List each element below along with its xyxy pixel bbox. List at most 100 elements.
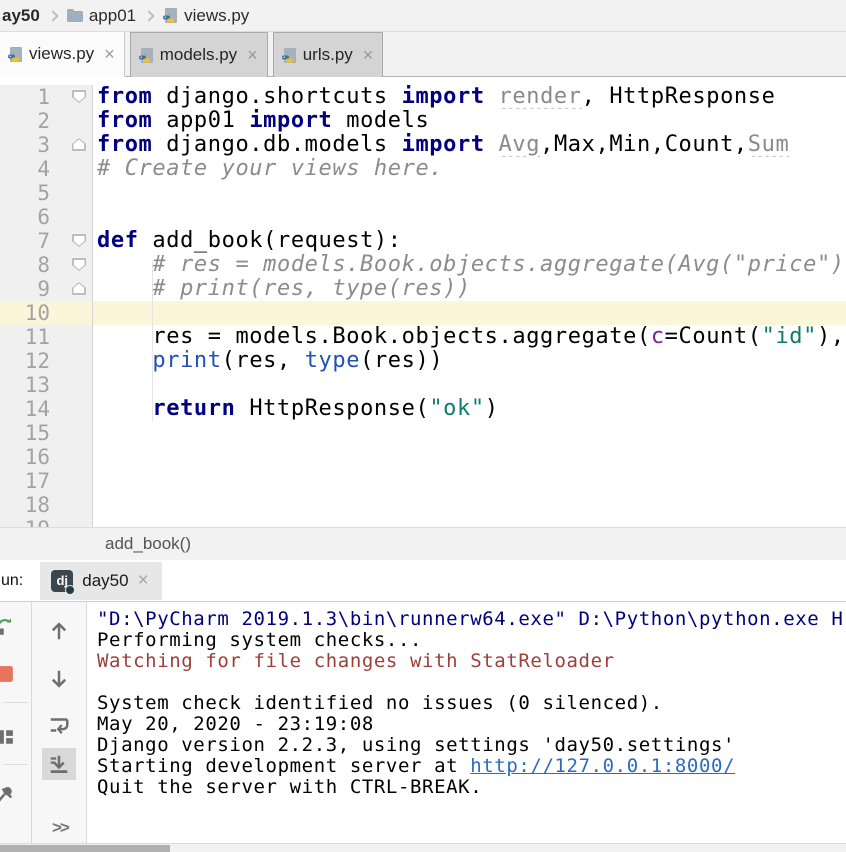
scrollbar-thumb[interactable] (0, 845, 170, 852)
code-text: from app01 import models (93, 109, 846, 133)
fold-column (50, 253, 92, 277)
line-number: 13 (0, 373, 50, 397)
line-number: 17 (0, 469, 50, 493)
code-text (93, 301, 846, 325)
editor-gutter[interactable]: 18 (0, 493, 93, 517)
console-line: Performing system checks... (97, 630, 846, 651)
code-line: 17 (0, 469, 846, 493)
down-stack-icon[interactable] (48, 668, 70, 690)
fold-column (50, 157, 92, 181)
scroll-to-end-icon[interactable] (42, 748, 76, 780)
run-tab-label: day50 (82, 571, 128, 591)
editor-gutter[interactable]: 19 (0, 517, 93, 527)
line-number: 15 (0, 421, 50, 445)
tab-label: models.py (160, 45, 237, 65)
code-text: # print(res, type(res)) (93, 277, 846, 301)
close-icon[interactable]: × (363, 46, 374, 64)
code-line: 6 (0, 205, 846, 229)
fold-column (50, 229, 92, 253)
breadcrumb-item-app01[interactable]: app01 (89, 6, 136, 26)
editor-gutter[interactable]: 12 (0, 349, 93, 373)
tab-urls.py[interactable]: urls.py× (273, 32, 384, 77)
fold-marker-icon[interactable] (72, 258, 86, 271)
code-text (93, 493, 846, 517)
line-number: 12 (0, 349, 50, 373)
breadcrumb-item-ay50[interactable]: ay50 (2, 6, 40, 26)
editor-gutter[interactable]: 5 (0, 181, 93, 205)
editor-gutter[interactable]: 9 (0, 277, 93, 301)
stop-icon[interactable] (0, 663, 16, 685)
editor-gutter[interactable]: 8 (0, 253, 93, 277)
run-panel: >> "D:\PyCharm 2019.1.3\bin\runnerw64.ex… (0, 602, 846, 843)
code-text: res = models.Book.objects.aggregate(c=Co… (93, 325, 846, 349)
run-label: un: (1, 572, 23, 590)
editor-gutter[interactable]: 1 (0, 85, 93, 109)
run-console-output[interactable]: "D:\PyCharm 2019.1.3\bin\runnerw64.exe" … (87, 602, 846, 843)
line-number: 11 (0, 325, 50, 349)
line-number: 14 (0, 397, 50, 421)
fold-column (50, 181, 92, 205)
code-line: 9 # print(res, type(res)) (0, 277, 846, 301)
close-icon[interactable]: × (247, 46, 258, 64)
editor-gutter[interactable]: 2 (0, 109, 93, 133)
tab-views.py[interactable]: views.py × (0, 32, 125, 77)
editor-gutter[interactable]: 13 (0, 373, 93, 397)
code-line: 16 (0, 445, 846, 469)
fold-column (50, 373, 92, 397)
chevron-right-icon (47, 10, 58, 21)
editor-gutter[interactable]: 7 (0, 229, 93, 253)
tab-label: views.py (29, 44, 94, 64)
fold-marker-icon[interactable] (72, 138, 86, 151)
code-text: from django.db.models import Avg,Max,Min… (93, 133, 846, 157)
editor-gutter[interactable]: 3 (0, 133, 93, 157)
line-number: 18 (0, 493, 50, 517)
code-line: 2from app01 import models (0, 109, 846, 133)
line-number: 8 (0, 253, 50, 277)
code-text (93, 205, 846, 229)
pin-icon[interactable] (0, 784, 16, 806)
code-line: 10 (0, 301, 846, 325)
line-number: 6 (0, 205, 50, 229)
editor-gutter[interactable]: 16 (0, 445, 93, 469)
code-text: def add_book(request): (93, 229, 846, 253)
restore-layout-icon[interactable] (0, 726, 16, 748)
fold-column (50, 325, 92, 349)
django-icon: dj (51, 570, 73, 592)
console-line: Django version 2.2.3, using settings 'da… (97, 735, 846, 756)
fold-column (50, 85, 92, 109)
fold-marker-icon[interactable] (72, 234, 86, 247)
run-tab-day50[interactable]: dj day50 × (40, 562, 161, 600)
close-icon[interactable]: × (104, 45, 115, 63)
fold-marker-icon[interactable] (72, 90, 86, 103)
code-line: 18 (0, 493, 846, 517)
fold-column (50, 397, 92, 421)
editor-gutter[interactable]: 4 (0, 157, 93, 181)
breadcrumb-item-views.py[interactable]: views.py (184, 6, 249, 26)
editor-gutter[interactable]: 14 (0, 397, 93, 421)
console-horizontal-scrollbar[interactable] (0, 843, 846, 852)
close-icon[interactable]: × (138, 571, 149, 590)
code-text (93, 445, 846, 469)
python-file-icon (138, 47, 155, 64)
editor-gutter[interactable]: 11 (0, 325, 93, 349)
fold-marker-icon[interactable] (72, 282, 86, 295)
editor-gutter[interactable]: 15 (0, 421, 93, 445)
fold-column (50, 493, 92, 517)
soft-wrap-icon[interactable] (48, 714, 70, 736)
console-line: System check identified no issues (0 sil… (97, 693, 846, 714)
code-editor[interactable]: 1from django.shortcuts import render, Ht… (0, 77, 846, 527)
editor-gutter[interactable]: 6 (0, 205, 93, 229)
code-line: 3from django.db.models import Avg,Max,Mi… (0, 133, 846, 157)
tab-models.py[interactable]: models.py × (130, 32, 268, 77)
code-line: 14 return HttpResponse("ok") (0, 397, 846, 421)
server-link[interactable]: http://127.0.0.1:8000/ (470, 755, 735, 777)
editor-gutter[interactable]: 17 (0, 469, 93, 493)
folder-icon (66, 8, 84, 23)
up-stack-icon[interactable] (48, 620, 70, 642)
current-function-label[interactable]: add_book() (105, 534, 191, 554)
more-chevrons-icon[interactable]: >> (52, 818, 68, 838)
line-number: 7 (0, 229, 50, 253)
code-text (93, 517, 846, 527)
editor-gutter[interactable]: 10 (0, 301, 93, 325)
rerun-icon[interactable] (0, 615, 16, 637)
